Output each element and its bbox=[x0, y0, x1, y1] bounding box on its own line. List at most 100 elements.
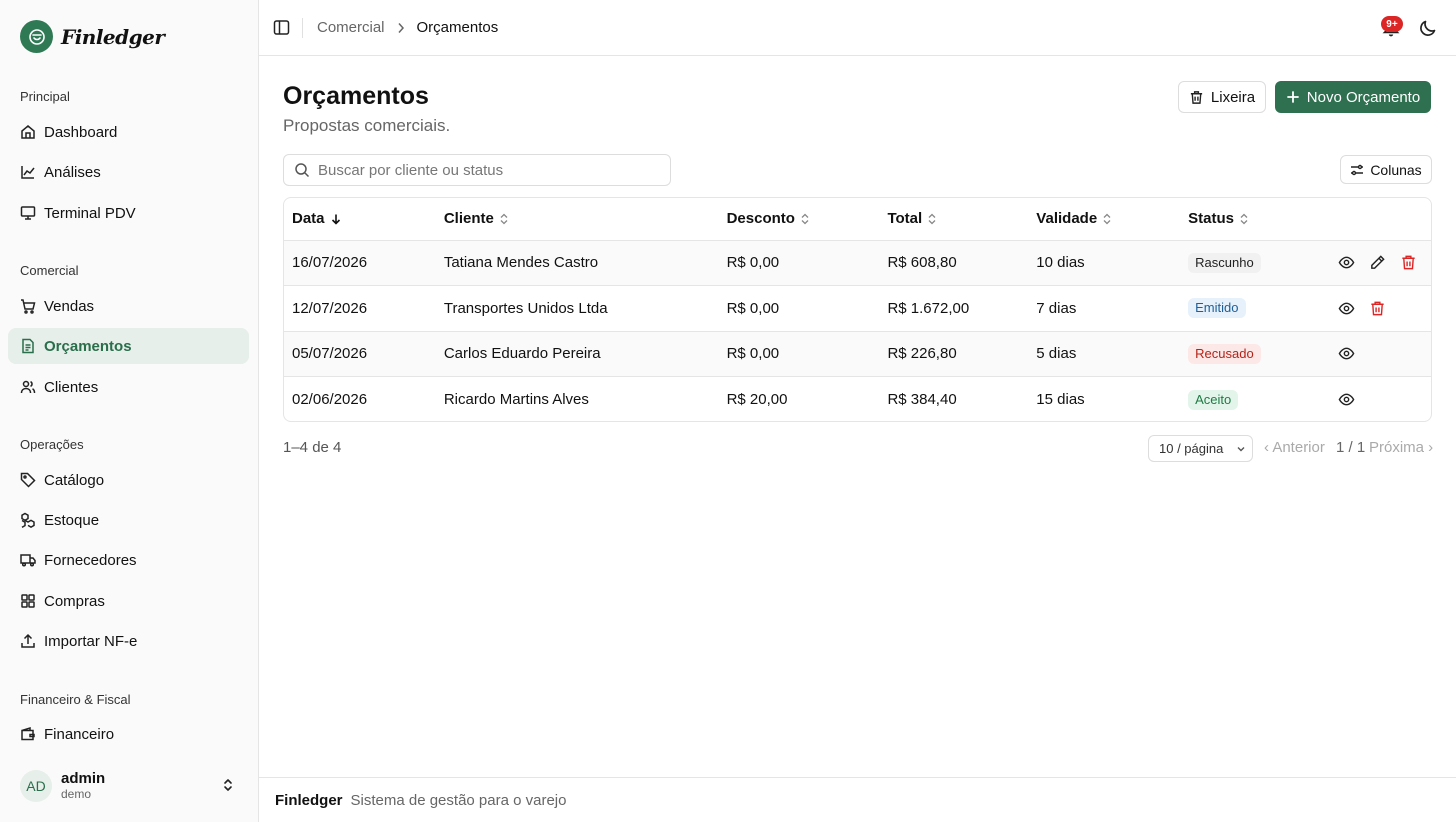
page-subtitle: Propostas comerciais. bbox=[283, 116, 451, 135]
nav-section-title: Operações bbox=[20, 437, 84, 452]
trash-icon[interactable] bbox=[1369, 300, 1386, 317]
sidebar-item-terminal-pdv[interactable]: Terminal PDV bbox=[8, 195, 249, 231]
cell-status: Rascunho bbox=[1180, 240, 1330, 286]
eye-icon[interactable] bbox=[1338, 300, 1355, 317]
eye-icon[interactable] bbox=[1338, 345, 1355, 362]
cell-actions bbox=[1330, 285, 1431, 332]
cell-validity: 7 dias bbox=[1028, 285, 1181, 332]
sort-icon bbox=[1240, 213, 1248, 225]
nav-section-title: Principal bbox=[20, 89, 70, 104]
user-menu[interactable]: AD admin demo bbox=[20, 769, 244, 803]
columns-button-label: Colunas bbox=[1370, 161, 1422, 178]
nav-section-title: Comercial bbox=[20, 263, 79, 278]
cell-status: Aceito bbox=[1180, 377, 1330, 422]
plus-icon bbox=[1286, 91, 1299, 103]
tag-icon bbox=[20, 472, 36, 488]
chevrons-up-down-icon bbox=[224, 779, 232, 791]
search-input[interactable] bbox=[318, 161, 658, 179]
sidebar-toggle-icon[interactable] bbox=[273, 19, 290, 36]
column-header-cliente[interactable]: Cliente bbox=[435, 198, 719, 241]
trash-button[interactable]: Lixeira bbox=[1178, 81, 1266, 113]
moon-icon[interactable] bbox=[1418, 18, 1438, 38]
cell-discount: R$ 0,00 bbox=[718, 240, 880, 286]
cell-discount: R$ 20,00 bbox=[726, 391, 788, 408]
sidebar-item-financeiro[interactable]: Financeiro bbox=[8, 716, 249, 752]
breadcrumb-parent[interactable]: Comercial bbox=[317, 19, 385, 36]
column-header-total[interactable]: Total bbox=[879, 198, 1029, 241]
header-divider bbox=[302, 18, 303, 38]
cell-actions bbox=[1330, 377, 1431, 422]
sidebar-item-estoque[interactable]: Estoque bbox=[8, 502, 249, 538]
sidebar-item-label: Catálogo bbox=[44, 471, 105, 489]
page-size-select[interactable]: 10 / página bbox=[1148, 435, 1253, 462]
cell-client: Carlos Eduardo Pereira bbox=[435, 331, 719, 377]
sort-icon bbox=[500, 213, 508, 225]
cart-icon bbox=[21, 299, 36, 314]
cell-actions bbox=[1330, 331, 1431, 377]
sidebar-item-label: Compras bbox=[44, 592, 105, 610]
column-header-desconto[interactable]: Desconto bbox=[718, 198, 880, 241]
column-header-status[interactable]: Status bbox=[1180, 198, 1330, 241]
sidebar-item-label: Dashboard bbox=[44, 123, 118, 141]
sidebar-item-clientes[interactable]: Clientes bbox=[8, 369, 249, 405]
status-badge: Recusado bbox=[1188, 343, 1261, 364]
new-quote-button[interactable]: Novo Orçamento bbox=[1275, 81, 1431, 113]
nav-section-title: Financeiro & Fiscal bbox=[20, 692, 131, 707]
trash-icon[interactable] bbox=[1400, 254, 1417, 271]
line-chart-icon bbox=[21, 166, 35, 179]
home-icon bbox=[21, 125, 35, 139]
page-indicator: 1 / 1 bbox=[1336, 439, 1366, 456]
table-row: 02/06/2026 Ricardo Martins Alves R$ 20,0… bbox=[284, 377, 1431, 422]
sort-icon bbox=[801, 213, 809, 225]
cell-actions bbox=[1330, 240, 1431, 286]
sidebar-item-vendas[interactable]: Vendas bbox=[8, 288, 249, 324]
sidebar-item-compras[interactable]: Compras bbox=[8, 583, 249, 619]
cell-total: R$ 1.672,00 bbox=[879, 285, 1029, 332]
brand[interactable]: Finledger bbox=[20, 20, 165, 53]
sidebar-item-label: Vendas bbox=[44, 297, 95, 315]
columns-button[interactable]: Colunas bbox=[1340, 155, 1432, 184]
boxes-icon bbox=[21, 512, 35, 528]
file-icon bbox=[22, 338, 34, 354]
previous-page-button[interactable]: ‹ Anterior bbox=[1264, 439, 1325, 456]
table-row: 12/07/2026 Transportes Unidos Ltda R$ 0,… bbox=[284, 285, 1431, 332]
table-row: 16/07/2026 Tatiana Mendes Castro R$ 0,00… bbox=[284, 240, 1431, 286]
status-badge: Aceito bbox=[1188, 389, 1239, 410]
pencil-icon[interactable] bbox=[1369, 254, 1386, 271]
footer-tagline: Sistema de gestão para o varejo bbox=[350, 791, 567, 809]
column-header-data[interactable]: Data bbox=[284, 198, 436, 241]
monitor-icon bbox=[20, 206, 36, 220]
sort-icon bbox=[1103, 213, 1111, 225]
column-header-validade[interactable]: Validade bbox=[1028, 198, 1181, 241]
footer-brand: Finledger bbox=[275, 791, 343, 809]
sidebar-item-orcamentos[interactable]: Orçamentos bbox=[8, 328, 249, 364]
trash-icon bbox=[1190, 90, 1203, 104]
quotes-table: Data Cliente Desconto Total Validade Sta… bbox=[283, 197, 1432, 422]
cell-discount: R$ 0,00 bbox=[718, 331, 880, 377]
eye-icon[interactable] bbox=[1338, 391, 1355, 408]
table-row: 05/07/2026 Carlos Eduardo Pereira R$ 0,0… bbox=[284, 331, 1431, 377]
sidebar-item-analises[interactable]: Análises bbox=[8, 154, 249, 190]
sidebar-item-importar-nfe[interactable]: Importar NF-e bbox=[8, 623, 249, 659]
table-header-row: Data Cliente Desconto Total Validade Sta… bbox=[284, 198, 1431, 241]
sidebar-item-label: Terminal PDV bbox=[44, 204, 136, 222]
cell-client: Transportes Unidos Ltda bbox=[435, 285, 719, 332]
sliders-icon bbox=[1351, 164, 1364, 175]
next-page-button[interactable]: Próxima › bbox=[1369, 439, 1433, 456]
sidebar-item-fornecedores[interactable]: Fornecedores bbox=[8, 542, 249, 578]
new-quote-button-label: Novo Orçamento bbox=[1306, 88, 1421, 106]
cell-client: Tatiana Mendes Castro bbox=[435, 240, 719, 286]
top-header: Comercial Orçamentos 9+ bbox=[259, 0, 1456, 56]
arrow-down-icon bbox=[331, 214, 340, 225]
sidebar-item-label: Análises bbox=[44, 163, 101, 181]
cell-status: Recusado bbox=[1180, 331, 1330, 377]
trash-button-label: Lixeira bbox=[1210, 88, 1256, 106]
sidebar-item-dashboard[interactable]: Dashboard bbox=[8, 114, 249, 150]
sidebar-item-catalogo[interactable]: Catálogo bbox=[8, 462, 249, 498]
status-badge: Emitido bbox=[1188, 298, 1246, 319]
eye-icon[interactable] bbox=[1338, 254, 1355, 271]
cell-date: 12/07/2026 bbox=[284, 285, 436, 332]
sidebar-item-label: Estoque bbox=[44, 511, 100, 529]
search-field[interactable] bbox=[283, 154, 671, 186]
sidebar-item-label: Financeiro bbox=[44, 725, 115, 743]
